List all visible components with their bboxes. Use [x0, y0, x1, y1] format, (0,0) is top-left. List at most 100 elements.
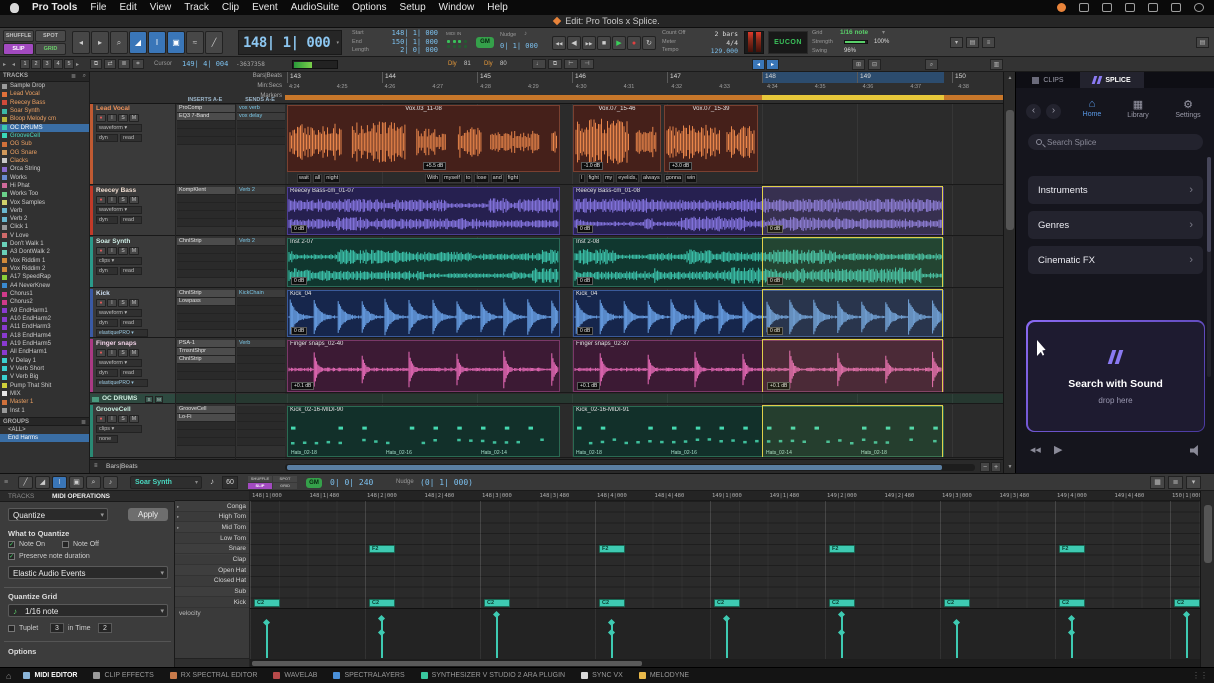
sidebar-track-oc-drums[interactable]: OC DRUMS	[0, 124, 90, 132]
midi-mode-slip[interactable]: SLIP	[248, 483, 272, 489]
splice-tab[interactable]: SPLICE	[1080, 72, 1144, 88]
insert-slot-lowpass[interactable]: Lowpass	[177, 298, 235, 306]
audio-clip-reecey-bass-cm-01-07-0[interactable]: Reecey Bass-cm_01-07	[287, 187, 560, 235]
send-slot-verb[interactable]: Verb	[237, 340, 285, 348]
velocity-stem[interactable]	[956, 622, 958, 658]
midi-settings-icon[interactable]: ▾	[1186, 476, 1201, 489]
drum-lane-kick[interactable]: Kick	[175, 597, 250, 608]
back-button[interactable]: ‹	[1026, 104, 1041, 119]
toolbar-menu-icon[interactable]: ≡	[982, 37, 995, 48]
selector-tool[interactable]: I	[148, 31, 166, 54]
track-name[interactable]: GrooveCell	[96, 406, 131, 413]
drum-lane-open-hat[interactable]: Open Hat	[175, 565, 250, 576]
sidebar-track-a3-dontwalk-2[interactable]: A3 DontWalk 2	[0, 248, 90, 256]
ruler-view-label[interactable]: Bars|Beats	[106, 463, 138, 470]
automation-mode-selector[interactable]: dyn	[96, 267, 118, 275]
gm-badge[interactable]: GM	[476, 37, 494, 48]
midi-note-kick-7[interactable]: C2	[1059, 599, 1085, 607]
menu-item-help[interactable]: Help	[487, 2, 508, 13]
record-arm-button[interactable]: ●	[96, 415, 106, 423]
record-arm-button[interactable]: ●	[96, 349, 106, 357]
note-on-checkbox[interactable]: ✓	[8, 541, 15, 548]
automation-read-selector[interactable]: read	[120, 319, 142, 327]
scrubber-tool[interactable]: ≈	[186, 31, 204, 54]
drum-lane-snare[interactable]: Snare	[175, 544, 250, 555]
insert-slot-trnsntshpr[interactable]: TrnsntShpr	[177, 348, 235, 356]
midi-track-selector[interactable]: Soar Synth▾	[130, 476, 202, 489]
send-slot-vox-verb[interactable]: vox verb	[237, 105, 285, 113]
midi-note-kick-1[interactable]: C2	[369, 599, 395, 607]
tuplet-d-field[interactable]: 2	[98, 623, 112, 633]
nudge-display-icon[interactable]: ⊟	[868, 59, 881, 70]
lyric-word[interactable]: gonna	[664, 174, 683, 183]
lyric-word[interactable]: my	[603, 174, 614, 183]
link-timeline-icon[interactable]: ⧉	[90, 59, 102, 69]
zoom-preset-icon[interactable]: ⌕	[925, 59, 938, 70]
tracks-find-icon[interactable]: ⌕	[83, 73, 86, 80]
link-track-icon[interactable]: ⇄	[104, 59, 116, 69]
sidebar-track-inst-1[interactable]: Inst 1	[0, 407, 90, 415]
main-counter[interactable]: 148| 1| 000▾	[238, 30, 342, 55]
lyric-word[interactable]: fight	[506, 174, 520, 183]
midi-note-tool[interactable]: ♪	[103, 476, 118, 489]
solo-button[interactable]: S	[118, 415, 128, 423]
drum-lane-mid-tom[interactable]: ▸Mid Tom	[175, 522, 250, 533]
insert-slot-lo-fi[interactable]: Lo-Fi	[177, 414, 235, 422]
lyric-word[interactable]: to	[464, 174, 473, 183]
note-duration-icon[interactable]: ♪	[210, 477, 214, 486]
pre-roll-icon[interactable]: ⊢	[564, 59, 578, 69]
sidebar-track-a17-speedrap[interactable]: A17 SpeedRap	[0, 273, 90, 281]
hscroll-menu-icon[interactable]: ≡	[94, 463, 98, 469]
vscroll-down-icon[interactable]: ▼	[1006, 463, 1014, 471]
zoom-out-icon[interactable]: ◂	[72, 31, 90, 54]
midi-grid-icon[interactable]: ▦	[1150, 476, 1165, 489]
velocity-stem[interactable]	[496, 614, 498, 658]
sidebar-track-a19-endharm5[interactable]: A19 EndHarm5	[0, 340, 90, 348]
midi-note-kick-0[interactable]: C2	[254, 599, 280, 607]
track-view-selector[interactable]: clips ▾	[96, 425, 142, 433]
rewind-button[interactable]: ◀	[567, 36, 581, 50]
clip-gain-badge[interactable]: 0 dB	[291, 225, 307, 233]
midi-note-kick-6[interactable]: C2	[944, 599, 970, 607]
sidebar-track-chorus1[interactable]: Chorus1	[0, 290, 90, 298]
record-arm-button[interactable]: ●	[96, 114, 106, 122]
zoom-out-button[interactable]: −	[980, 462, 990, 472]
play-button[interactable]: ▶	[612, 36, 626, 50]
midi-note-kick-5[interactable]: C2	[829, 599, 855, 607]
edit-mode-grid[interactable]: GRID	[35, 43, 66, 55]
previous-sample-button[interactable]: ◀◀	[1030, 446, 1041, 454]
menu-item-event[interactable]: Event	[252, 2, 278, 13]
lyric-word[interactable]: With	[425, 174, 440, 183]
sidebar-track-og-sub[interactable]: OG Sub	[0, 140, 90, 148]
velocity-stem[interactable]	[1186, 614, 1188, 658]
sidebar-track-all-endharm1[interactable]: All EndHarm1	[0, 348, 90, 356]
sidebar-track-chorus2[interactable]: Chorus2	[0, 298, 90, 306]
elastic-audio-selector[interactable]: elastiquePRO ▾	[96, 379, 148, 387]
sidebar-track-vox-riddim-1[interactable]: Vox Riddim 1	[0, 257, 90, 265]
input-monitor-button[interactable]: I	[107, 415, 117, 423]
lane-expand-icon[interactable]: ▸	[177, 514, 179, 520]
sidebar-track-v-delay-1[interactable]: V Delay 1	[0, 357, 90, 365]
nav-library[interactable]: ▦ Library	[1118, 98, 1158, 119]
window-menu-icon[interactable]: ▤	[1196, 37, 1209, 48]
timeline-selection-overlay[interactable]	[762, 186, 943, 236]
folder-mute-button[interactable]: M	[155, 396, 163, 403]
menu-item-setup[interactable]: Setup	[400, 2, 426, 13]
window-tab-clip-effects[interactable]: CLIP EFFECTS	[93, 672, 153, 679]
clip-gain-badge[interactable]: 0 dB	[577, 277, 593, 285]
midi-note-kick-8[interactable]: C2	[1174, 599, 1200, 607]
folder-track-header[interactable]: OC DRUMSSM	[90, 394, 175, 404]
mirror-midi-icon[interactable]: ≣	[118, 59, 130, 69]
grid-value[interactable]: 1/16 note	[840, 29, 868, 36]
menu-item-edit[interactable]: Edit	[120, 2, 137, 13]
app-name-menu[interactable]: Pro Tools	[32, 2, 77, 13]
expand-arrow-icon[interactable]: ▸	[3, 61, 6, 68]
preserve-note-duration-checkbox[interactable]: ✓	[8, 553, 15, 560]
record-arm-button[interactable]: ●	[96, 247, 106, 255]
velocity-diamond[interactable]	[1068, 615, 1075, 622]
midi-grid-value[interactable]: 0| 0| 240	[330, 478, 373, 487]
sidebar-track-a11-endharm3[interactable]: A11 EndHarm3	[0, 323, 90, 331]
solo-button[interactable]: S	[118, 114, 128, 122]
midi-gm-badge[interactable]: GM	[306, 478, 322, 488]
track-view-selector[interactable]: waveform ▾	[96, 359, 142, 367]
